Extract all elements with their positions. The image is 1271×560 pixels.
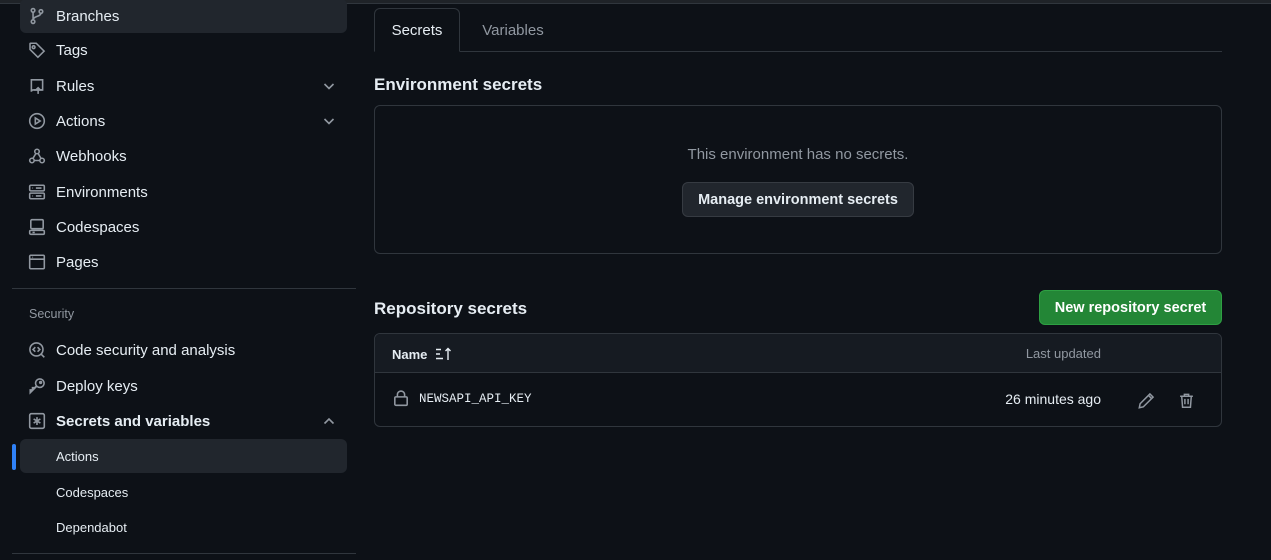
sidebar-item-label: Tags [56, 41, 88, 59]
repository-secrets-table: Name Last updated NEWSAPI_API_KEY 26 min… [374, 333, 1222, 427]
sidebar-item-tags[interactable]: Tags [20, 33, 347, 67]
environment-secrets-box: This environment has no secrets. Manage … [374, 105, 1222, 254]
empty-state-text: This environment has no secrets. [687, 146, 909, 163]
asterisk-icon [28, 412, 46, 430]
tab-secrets[interactable]: Secrets [374, 8, 460, 52]
sidebar-item-label: Secrets and variables [56, 412, 211, 430]
sidebar-divider [12, 553, 356, 554]
manage-environment-secrets-button[interactable]: Manage environment secrets [682, 182, 914, 217]
sidebar-subitem-dependabot[interactable]: Dependabot [20, 510, 347, 544]
sidebar-item-label: Webhooks [56, 147, 127, 165]
settings-sidebar: Branches Tags Rules Actions Webhooks Env… [0, 0, 360, 560]
sidebar-item-webhooks[interactable]: Webhooks [20, 139, 347, 173]
edit-secret-button[interactable] [1135, 389, 1157, 411]
table-row: NEWSAPI_API_KEY 26 minutes ago [375, 373, 1221, 426]
column-label: Name [392, 346, 428, 362]
sidebar-subitem-actions[interactable]: Actions [20, 439, 347, 473]
sidebar-subitem-codespaces[interactable]: Codespaces [20, 475, 347, 509]
environment-secrets-heading: Environment secrets [374, 75, 543, 94]
chevron-down-icon[interactable] [321, 78, 337, 94]
key-icon [28, 377, 46, 395]
sidebar-item-label: Actions [56, 112, 106, 130]
pencil-icon [1137, 392, 1154, 409]
last-updated-column-header: Last updated [1025, 346, 1101, 361]
browser-icon [28, 253, 46, 271]
sidebar-item-environments[interactable]: Environments [20, 175, 347, 209]
git-branch-icon [28, 7, 46, 25]
sidebar-item-label: Dependabot [56, 519, 127, 535]
webhook-icon [28, 147, 46, 165]
server-icon [28, 183, 46, 201]
secrets-tabs: Secrets Variables [374, 8, 1222, 52]
tag-icon [28, 41, 46, 59]
repository-secrets-heading: Repository secrets [374, 299, 528, 318]
sidebar-item-deploy-keys[interactable]: Deploy keys [20, 369, 347, 403]
sidebar-item-codespaces[interactable]: Codespaces [20, 210, 347, 244]
sidebar-item-actions[interactable]: Actions [20, 104, 347, 138]
secret-name: NEWSAPI_API_KEY [419, 392, 532, 406]
sort-ascending-icon[interactable] [435, 346, 453, 362]
sidebar-divider [12, 288, 356, 289]
play-icon [28, 112, 46, 130]
lock-icon [394, 390, 408, 407]
sidebar-item-secrets-and-variables[interactable]: Secrets and variables [20, 404, 347, 438]
sidebar-item-code-security[interactable]: Code security and analysis [20, 333, 347, 367]
sidebar-item-pages[interactable]: Pages [20, 245, 347, 279]
table-header: Name Last updated [375, 334, 1221, 373]
delete-secret-button[interactable] [1175, 389, 1197, 411]
chevron-up-icon[interactable] [321, 413, 337, 429]
sidebar-item-label: Deploy keys [56, 377, 138, 395]
secret-last-updated: 26 minutes ago [1005, 391, 1101, 407]
sidebar-section-security: Security [29, 307, 75, 321]
sidebar-item-rules[interactable]: Rules [20, 69, 347, 103]
sidebar-item-label: Codespaces [56, 218, 140, 236]
sidebar-item-label: Environments [56, 183, 148, 201]
sidebar-item-label: Rules [56, 77, 95, 95]
codespaces-icon [28, 218, 46, 236]
sidebar-item-label: Code security and analysis [56, 341, 236, 359]
trash-icon [1179, 393, 1193, 408]
sidebar-item-label: Codespaces [56, 484, 129, 500]
sidebar-item-label: Pages [56, 253, 99, 271]
chevron-down-icon[interactable] [321, 113, 337, 129]
sidebar-item-branches[interactable]: Branches [20, 0, 347, 33]
name-column-header[interactable]: Name [392, 346, 453, 362]
sidebar-item-label: Branches [56, 7, 120, 25]
repo-push-icon [28, 77, 46, 95]
new-repository-secret-button[interactable]: New repository secret [1039, 290, 1222, 325]
active-indicator [12, 444, 16, 470]
sidebar-item-label: Actions [56, 448, 99, 464]
tab-variables[interactable]: Variables [478, 8, 548, 52]
codescan-icon [28, 341, 46, 359]
